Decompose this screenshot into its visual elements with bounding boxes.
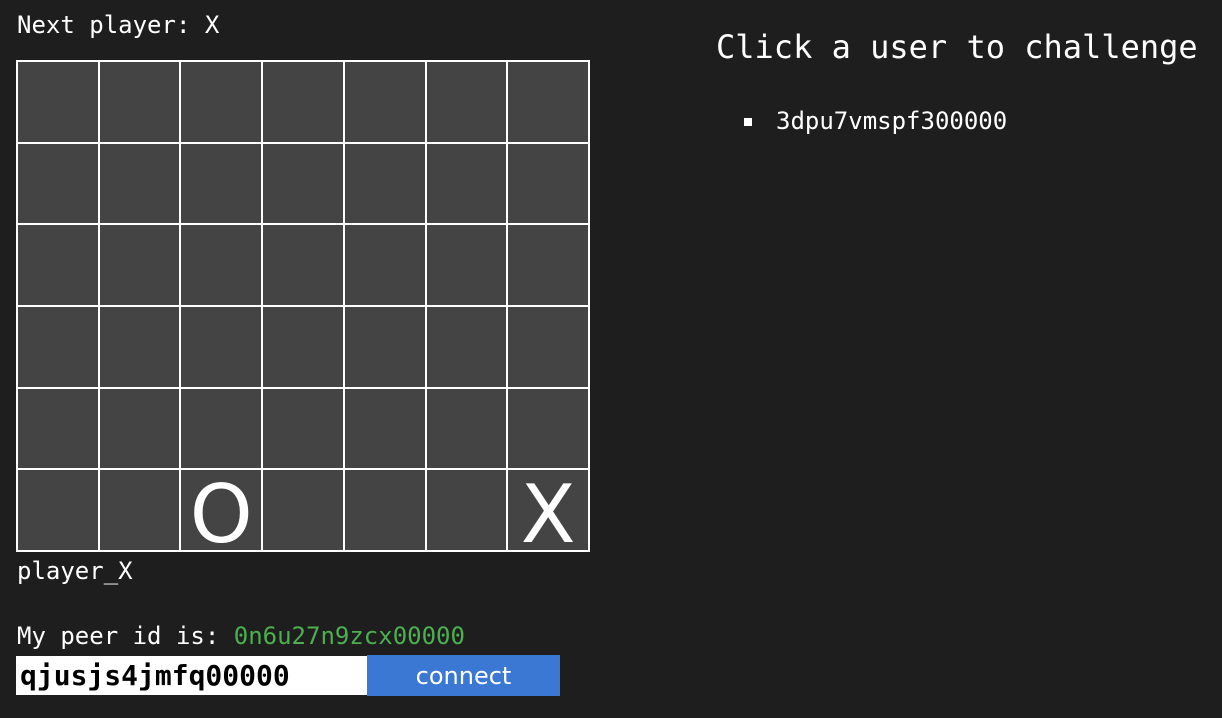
peer-id-input[interactable] (16, 656, 367, 695)
game-board: OX (16, 60, 590, 552)
next-player-status: Next player: X (17, 11, 220, 39)
board-cell[interactable] (263, 143, 343, 224)
board-cell[interactable] (99, 62, 180, 142)
user-id-label: 3dpu7vmspf300000 (776, 107, 1008, 135)
board-cell[interactable] (426, 225, 507, 305)
board-cell[interactable] (99, 143, 180, 224)
board-cell[interactable] (344, 225, 425, 305)
board-cell[interactable] (18, 306, 98, 387)
board-cell[interactable] (18, 388, 98, 469)
board-cell[interactable]: O (181, 470, 262, 550)
board-cell[interactable] (426, 470, 507, 550)
peer-id-value: 0n6u27n9zcx00000 (233, 622, 465, 650)
board-cell[interactable] (18, 143, 98, 224)
board-cell[interactable] (508, 306, 588, 387)
board-cell[interactable] (263, 306, 343, 387)
board-cell[interactable] (263, 470, 343, 550)
cell-mark: X (520, 470, 576, 550)
board-cell[interactable] (99, 306, 180, 387)
cell-mark: O (189, 470, 253, 550)
board-cell[interactable] (99, 470, 180, 550)
board-cell[interactable] (181, 388, 262, 469)
board-cell[interactable] (18, 225, 98, 305)
board-cell[interactable] (18, 62, 98, 142)
board-cell[interactable] (426, 306, 507, 387)
board-cell[interactable] (508, 62, 588, 142)
connect-button[interactable]: connect (367, 655, 560, 696)
peer-id-line: My peer id is: 0n6u27n9zcx00000 (17, 621, 465, 651)
board-cell[interactable] (18, 470, 98, 550)
board-cell[interactable] (508, 225, 588, 305)
board-cell[interactable] (99, 225, 180, 305)
board-cell[interactable] (344, 306, 425, 387)
bullet-icon (744, 118, 752, 126)
player-label: player_X (17, 557, 133, 585)
board-cell[interactable] (181, 62, 262, 142)
board-cell[interactable] (344, 470, 425, 550)
peer-id-label: My peer id is: (17, 622, 234, 650)
board-cell[interactable] (426, 62, 507, 142)
board-cell[interactable] (181, 225, 262, 305)
user-list: 3dpu7vmspf300000 (744, 104, 1007, 138)
board-cell[interactable] (263, 62, 343, 142)
board-cell[interactable]: X (508, 470, 588, 550)
board-cell[interactable] (426, 143, 507, 224)
board-cell[interactable] (508, 143, 588, 224)
board-cell[interactable] (181, 306, 262, 387)
board-cell[interactable] (344, 143, 425, 224)
board-cell[interactable] (263, 388, 343, 469)
user-list-item[interactable]: 3dpu7vmspf300000 (744, 104, 1007, 138)
board-cell[interactable] (181, 143, 262, 224)
game-page: Next player: X OX player_X My peer id is… (0, 0, 1222, 718)
board-cell[interactable] (99, 388, 180, 469)
board-cell[interactable] (508, 388, 588, 469)
board-cell[interactable] (426, 388, 507, 469)
board-cell[interactable] (344, 62, 425, 142)
board-cell[interactable] (263, 225, 343, 305)
board-cell[interactable] (344, 388, 425, 469)
challenge-title: Click a user to challenge (716, 28, 1198, 66)
